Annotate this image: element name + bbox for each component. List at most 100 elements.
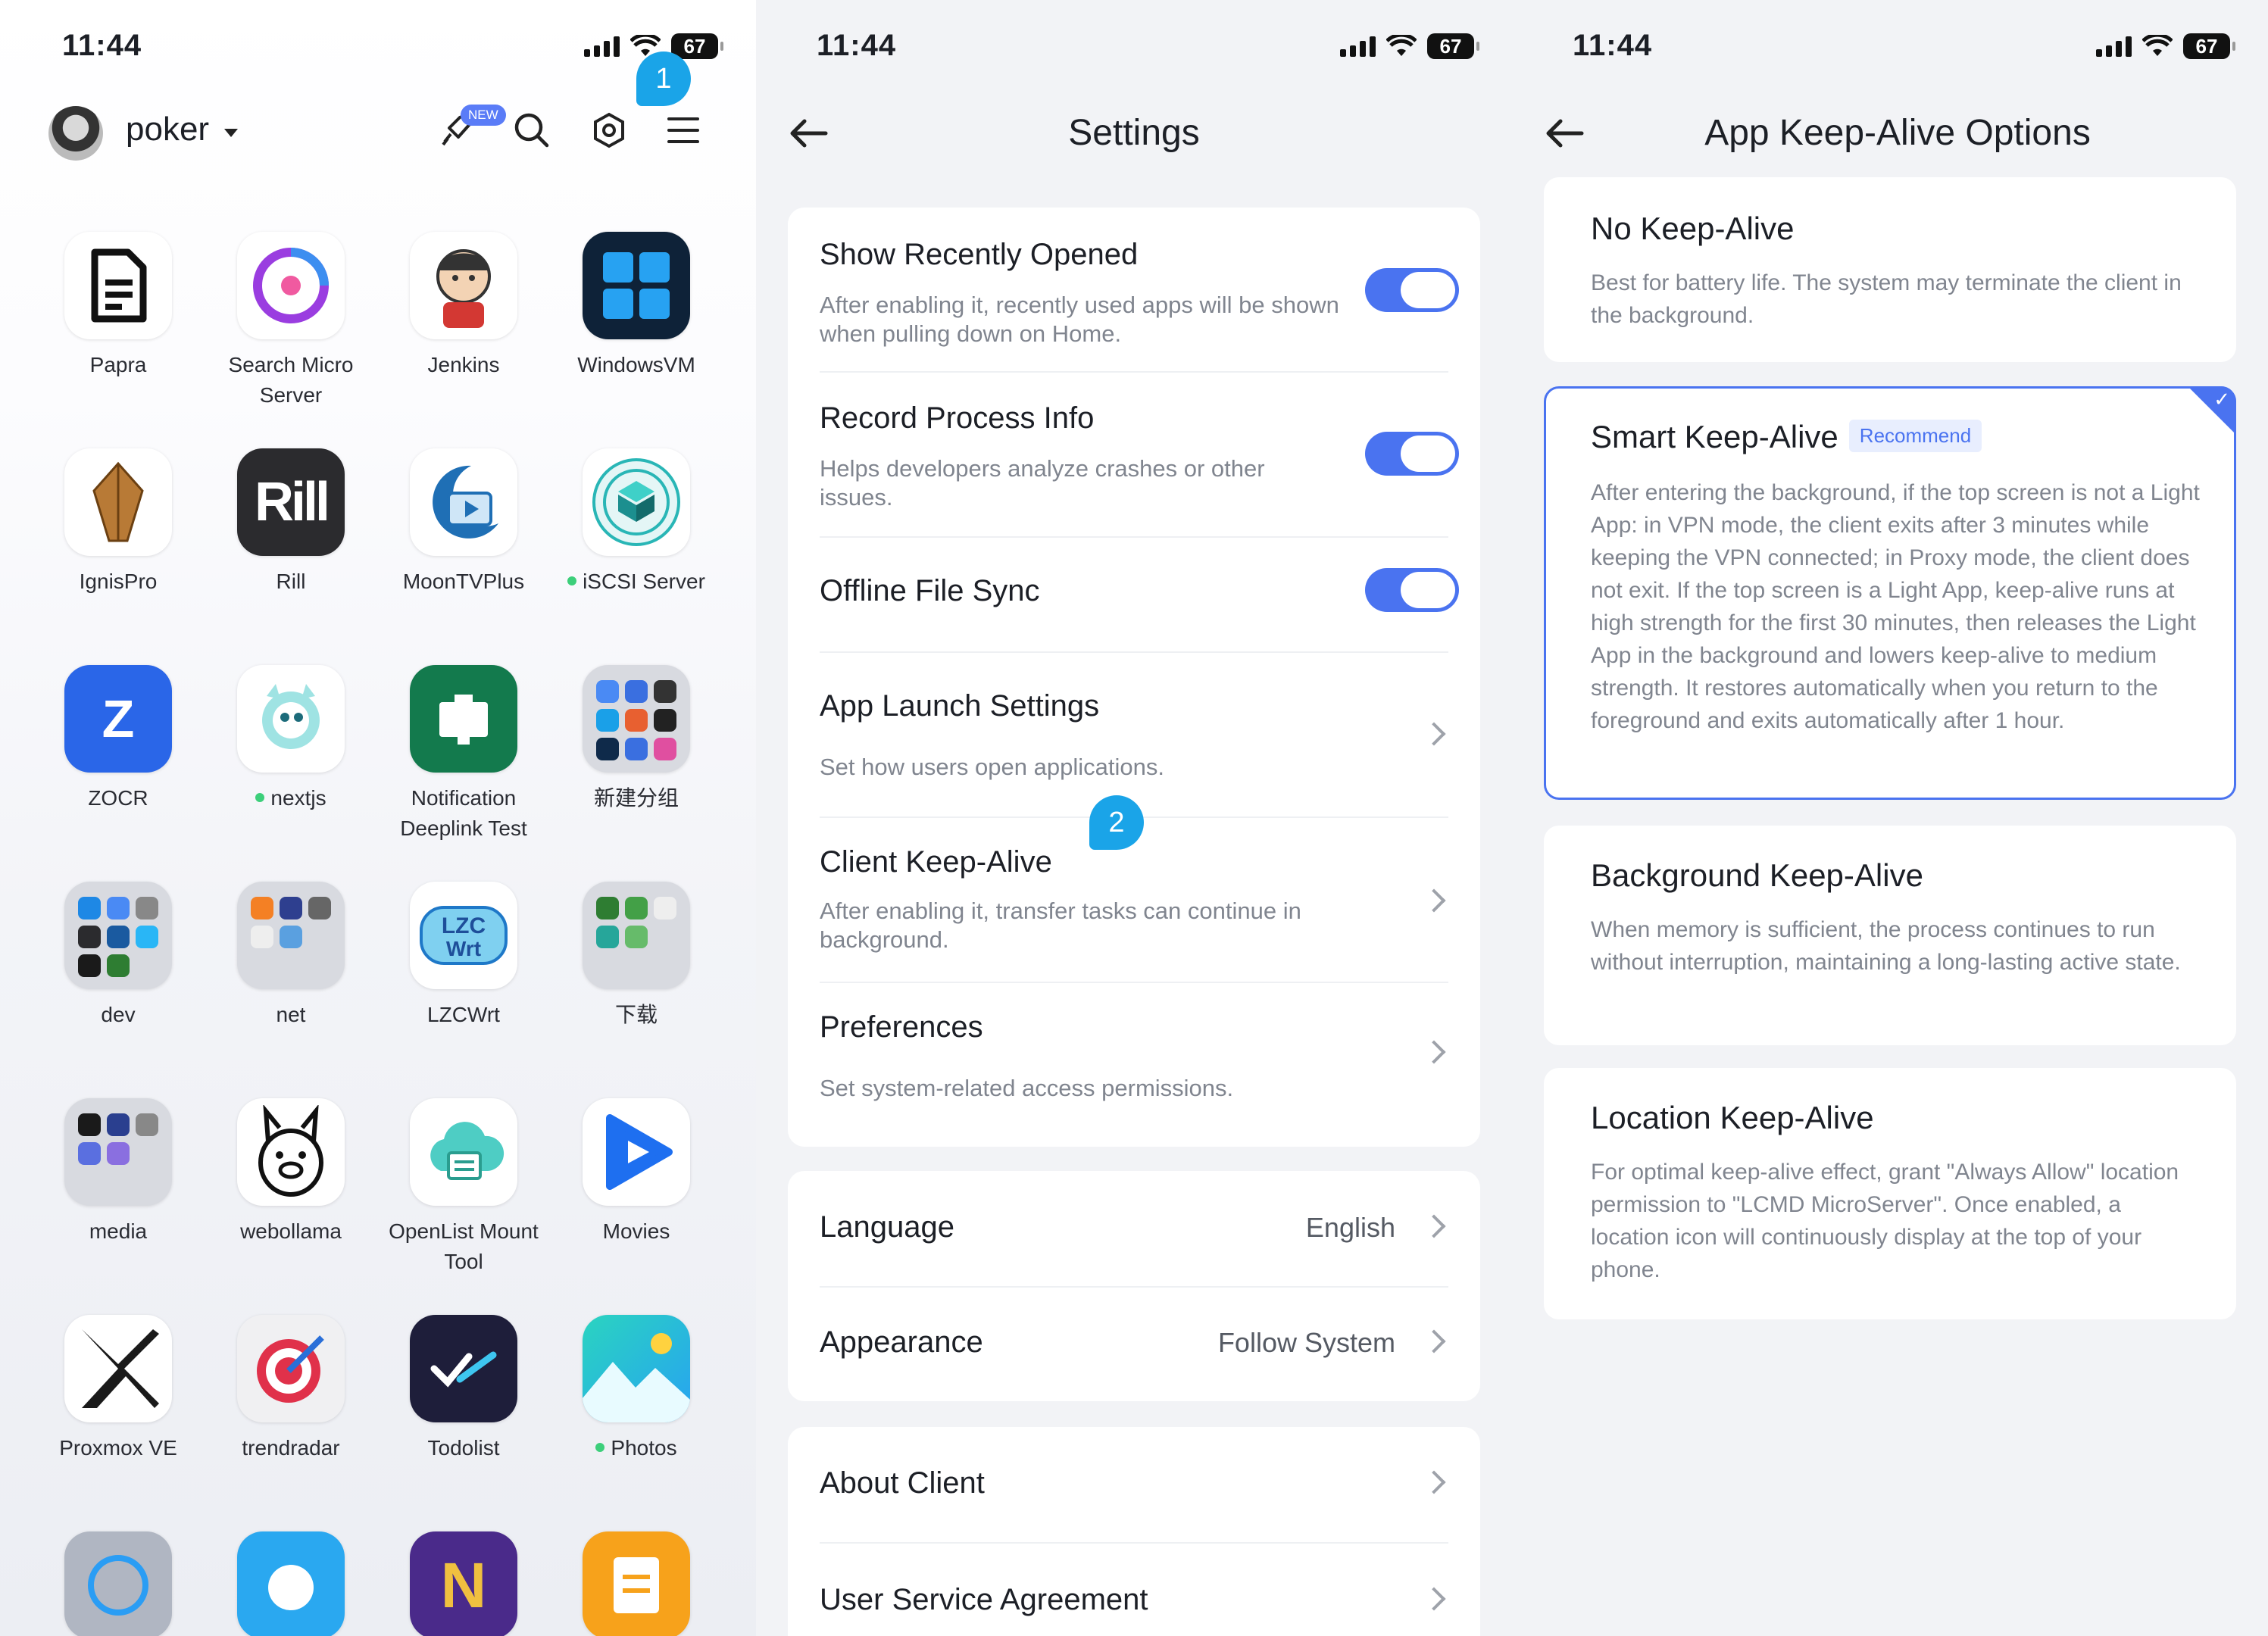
gear-icon[interactable] (586, 108, 632, 153)
app-trendradar[interactable]: trendradar (205, 1315, 377, 1463)
chevron-right-icon (1422, 1329, 1446, 1353)
setting-show-recently-opened: Show Recently Opened After enabling it, … (788, 208, 1480, 371)
app-webollama[interactable]: webollama (205, 1098, 377, 1247)
folder-icon (64, 882, 172, 989)
app-nextjs[interactable]: nextjs (205, 665, 377, 813)
username[interactable]: poker (126, 111, 209, 148)
app-iscsi-server[interactable]: iSCSI Server (550, 448, 723, 597)
chevron-right-icon (1422, 1587, 1446, 1611)
chevron-down-icon[interactable] (224, 129, 238, 137)
ignispro-icon (64, 448, 172, 556)
app-label: dev (101, 1003, 136, 1026)
toggle-show-recently-opened[interactable] (1365, 268, 1459, 312)
setting-description: After enabling it, transfer tasks can co… (820, 898, 1301, 953)
menu-icon[interactable] (661, 108, 706, 153)
n-logo-icon: N (410, 1531, 517, 1636)
app-folder-net[interactable]: net (205, 882, 377, 1030)
signal-icon (2096, 36, 2132, 57)
new-badge: NEW (461, 105, 506, 126)
option-location-keep-alive[interactable]: Location Keep-Alive For optimal keep-ali… (1544, 1068, 2236, 1319)
app-moontvplus[interactable]: MoonTVPlus (377, 448, 550, 597)
app-label: ZOCR (88, 786, 148, 810)
app-label: Papra (89, 353, 147, 376)
app-label: Search Micro Server (228, 353, 354, 407)
moontvplus-icon (410, 448, 517, 556)
svg-text:LZC: LZC (442, 913, 486, 938)
app-todolist[interactable]: Todolist (377, 1315, 550, 1463)
app-folder-dev[interactable]: dev (32, 882, 205, 1030)
setting-app-launch-settings[interactable]: App Launch Settings Set how users open a… (788, 653, 1480, 809)
setting-about-client[interactable]: About Client (788, 1427, 1480, 1541)
setting-offline-file-sync: Offline File Sync (788, 538, 1480, 651)
app-photos[interactable]: Photos (550, 1315, 723, 1463)
app-label: MoonTVPlus (402, 570, 525, 593)
option-title: Location Keep-Alive (1591, 1100, 1874, 1135)
app-tile-partial[interactable] (550, 1531, 723, 1636)
setting-title: About Client (820, 1466, 985, 1500)
app-tile-partial[interactable]: N (377, 1531, 550, 1636)
toggle-offline-file-sync[interactable] (1365, 568, 1459, 612)
movies-icon (583, 1098, 690, 1206)
search-icon[interactable] (509, 108, 555, 153)
app-folder-downloads[interactable]: 下载 (550, 882, 723, 1030)
app-ignispro[interactable]: IgnisPro (32, 448, 205, 597)
keep-alive-options-screen: 11:44 67 App Keep-Alive Options No Keep-… (1512, 0, 2268, 1636)
app-windowsvm[interactable]: WindowsVM (550, 232, 723, 380)
app-folder-new-group[interactable]: 新建分组 (550, 665, 723, 813)
page-title: Settings (1068, 113, 1200, 153)
app-label: nextjs (205, 783, 377, 813)
todolist-icon (410, 1315, 517, 1422)
app-movies[interactable]: Movies (550, 1098, 723, 1247)
webollama-icon (237, 1098, 345, 1206)
app-proxmox-ve[interactable]: Proxmox VE (32, 1315, 205, 1463)
setting-preferences[interactable]: Preferences Set system-related access pe… (788, 983, 1480, 1147)
app-label: 新建分组 (593, 786, 679, 810)
battery-icon: 67 (1427, 33, 1479, 59)
app-label: Todolist (427, 1436, 500, 1460)
option-no-keep-alive[interactable]: No Keep-Alive Best for battery life. The… (1544, 177, 2236, 362)
setting-appearance[interactable]: Appearance Follow System (788, 1288, 1480, 1401)
app-label: Proxmox VE (59, 1436, 177, 1460)
selected-check-icon: ✓ (2188, 386, 2236, 435)
app-rill[interactable]: Rill Rill (205, 448, 377, 597)
app-label: Movies (602, 1219, 670, 1243)
setting-title: Offline File Sync (820, 574, 1040, 607)
avatar[interactable] (48, 106, 103, 161)
app-label: media (89, 1219, 148, 1243)
app-openlist-mount-tool[interactable]: OpenList Mount Tool (377, 1098, 550, 1277)
option-smart-keep-alive[interactable]: ✓ Smart Keep-Alive Recommend After enteri… (1544, 386, 2236, 800)
app-label: OpenList Mount Tool (389, 1219, 539, 1273)
setting-user-service-agreement[interactable]: User Service Agreement (788, 1544, 1480, 1636)
setting-title: App Launch Settings (820, 689, 1100, 723)
papra-icon (64, 232, 172, 339)
compass-icon (64, 1531, 172, 1636)
online-indicator (255, 792, 265, 802)
setting-title: Appearance (820, 1325, 983, 1359)
option-description: After entering the background, if the to… (1591, 480, 2200, 733)
app-search-micro-server[interactable]: Search Micro Server (205, 232, 377, 411)
app-lzcwrt[interactable]: LZC Wrt LZCWrt (377, 882, 550, 1030)
setting-title: Preferences (820, 1010, 983, 1044)
lzcwrt-icon: LZC Wrt (410, 882, 517, 989)
chevron-right-icon (1422, 888, 1446, 913)
app-label: Photos (550, 1433, 723, 1463)
app-label: webollama (240, 1219, 342, 1243)
app-tile-partial[interactable] (205, 1531, 377, 1636)
app-jenkins[interactable]: Jenkins (377, 232, 550, 380)
setting-title: Client Keep-Alive (820, 845, 1052, 879)
svg-text:Wrt: Wrt (446, 937, 481, 960)
app-notification-deeplink-test[interactable]: Notification Deeplink Test (377, 665, 550, 844)
option-background-keep-alive[interactable]: Background Keep-Alive When memory is suf… (1544, 826, 2236, 1045)
toggle-record-process-info[interactable] (1365, 432, 1459, 476)
online-indicator (595, 1442, 605, 1452)
app-papra[interactable]: Papra (32, 232, 205, 380)
option-title: Smart Keep-Alive Recommend (1591, 419, 1982, 455)
signal-icon (584, 36, 620, 57)
wifi-icon (2142, 35, 2173, 56)
app-zocr[interactable]: Z ZOCR (32, 665, 205, 813)
app-folder-media[interactable]: media (32, 1098, 205, 1247)
page-title: App Keep-Alive Options (1704, 113, 2091, 153)
launcher-screen: 11:44 67 poker NEW 1 Papra Search Micro … (0, 0, 756, 1636)
app-tile-partial[interactable] (32, 1531, 205, 1636)
setting-language[interactable]: Language English (788, 1171, 1480, 1285)
